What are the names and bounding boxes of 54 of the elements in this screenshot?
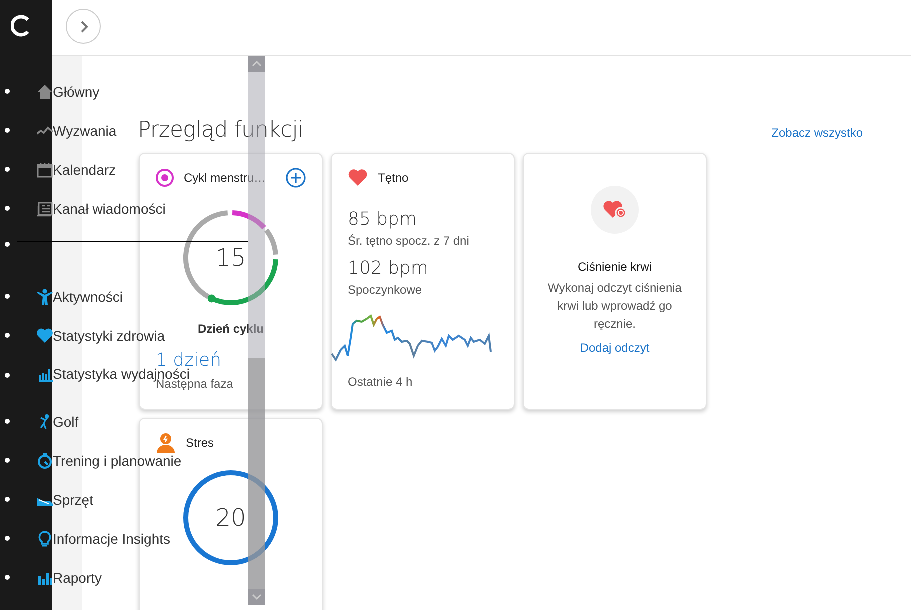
bullet-dot xyxy=(5,373,10,378)
heart-rate-label: Spoczynkowe xyxy=(348,283,424,297)
see-all-link[interactable]: Zobacz wszystko xyxy=(772,126,863,140)
target-icon xyxy=(156,169,174,187)
nav-link[interactable]: Wyzwania xyxy=(53,122,117,138)
add-reading-link[interactable]: Dodaj odczyt xyxy=(580,341,650,355)
bullet-dot xyxy=(5,294,10,299)
bullet-dot xyxy=(5,206,10,211)
bullet-dot xyxy=(5,419,10,424)
card-title: Tętno xyxy=(378,171,409,185)
bullet-dot xyxy=(5,333,10,338)
card-title: Ciśnienie krwi xyxy=(576,260,654,274)
bullet-dot xyxy=(5,89,10,94)
card-title: Cykl menstru… xyxy=(184,171,266,185)
bullet-dot xyxy=(5,242,10,247)
add-icon[interactable] xyxy=(286,168,306,188)
nav-link[interactable]: Raporty xyxy=(53,570,102,586)
time-range-label: Ostatnie 4 h xyxy=(348,375,414,389)
bar-chart-icon[interactable] xyxy=(37,366,53,382)
stressed-person-icon xyxy=(156,433,176,453)
heart-rate-label: Śr. tętno spocz. z 7 dni xyxy=(348,234,470,248)
newspaper-icon[interactable] xyxy=(37,200,53,216)
card-title: Stres xyxy=(186,436,214,450)
bullet-dot xyxy=(5,536,10,541)
bullet-dot xyxy=(5,575,10,580)
heart-icon[interactable] xyxy=(37,328,53,344)
nav-link[interactable]: Kalendarz xyxy=(53,162,116,178)
lightbulb-icon[interactable] xyxy=(37,530,53,546)
bullet-dot xyxy=(5,458,10,463)
nav-link[interactable]: Golf xyxy=(53,414,79,430)
calendar-icon[interactable] xyxy=(37,162,53,178)
nav-link[interactable]: Główny xyxy=(53,84,100,100)
nav-link[interactable]: Statystyki zdrowia xyxy=(53,328,166,344)
nav-link[interactable]: Sprzęt xyxy=(53,492,94,508)
cycle-day-value: 15 xyxy=(216,244,246,272)
nav-link[interactable]: Trening i planowanie xyxy=(53,452,182,468)
stress-value: 20 xyxy=(216,504,246,532)
home-icon[interactable] xyxy=(37,84,53,100)
heart-icon xyxy=(348,168,368,188)
nav-link[interactable]: Kanał wiadomości xyxy=(53,200,166,216)
person-icon[interactable] xyxy=(37,288,53,304)
nav-link[interactable]: Informacje Insights xyxy=(53,530,170,546)
heart-rate-value: 102 bpm xyxy=(348,258,430,279)
stopwatch-icon[interactable] xyxy=(37,452,53,468)
section-title: Przegląd funkcji xyxy=(138,118,304,143)
heart-rate-value: 85 bpm xyxy=(348,209,418,230)
chevron-up-icon xyxy=(250,59,262,69)
nav-link[interactable]: Aktywności xyxy=(53,288,124,304)
bullet-dot xyxy=(5,497,10,502)
chevron-down-icon xyxy=(250,592,262,602)
card-description: Wykonaj odczyt ciśnienia krwi lub wprowadź go ręcznie. xyxy=(547,280,683,333)
bullet-dot xyxy=(5,167,10,172)
bullet-dot xyxy=(5,128,10,133)
scrollbar-thumb[interactable] xyxy=(248,358,265,589)
